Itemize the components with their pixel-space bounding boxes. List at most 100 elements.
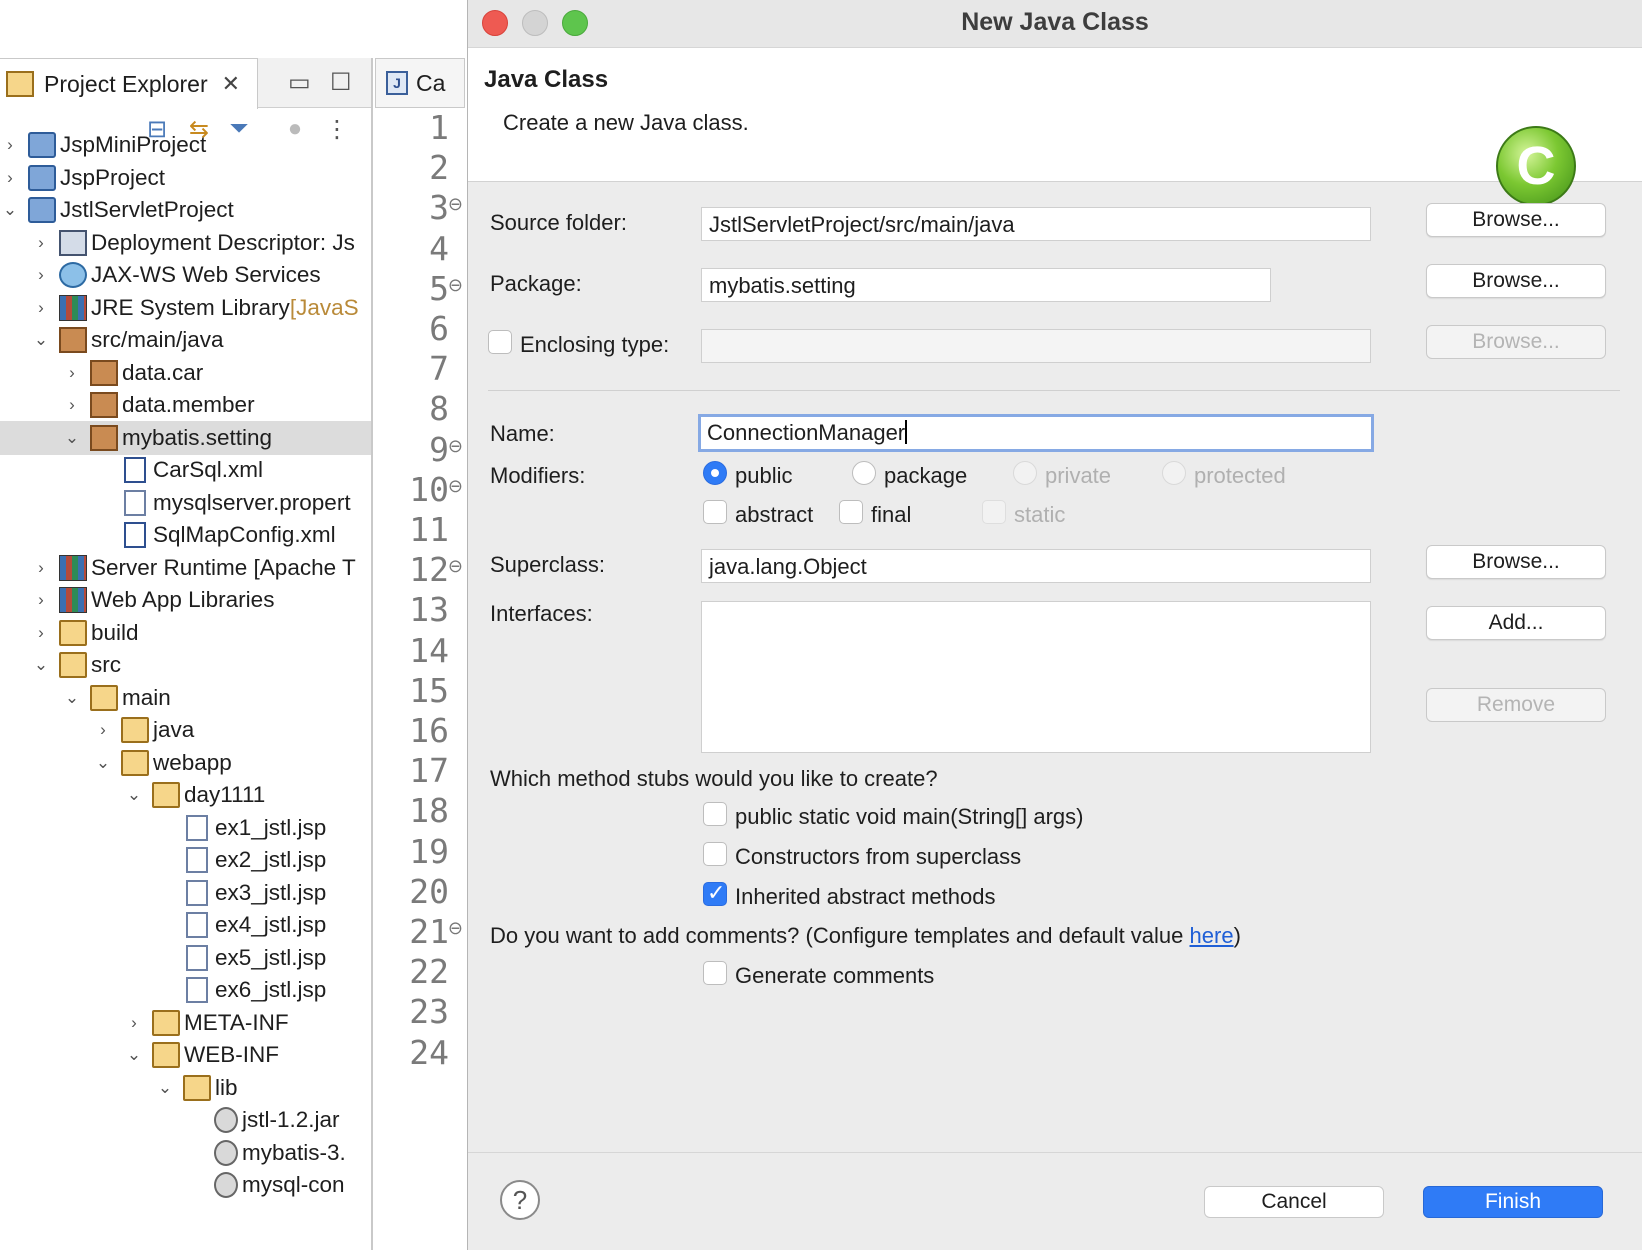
package-icon bbox=[90, 359, 118, 386]
enclosing-type-input[interactable] bbox=[701, 329, 1371, 363]
tree-item[interactable]: mysql-con bbox=[0, 1168, 371, 1202]
tree-item[interactable]: ⌄ main bbox=[0, 681, 371, 715]
tree-item[interactable]: › data.car bbox=[0, 356, 371, 390]
tree-item[interactable]: › JAX-WS Web Services bbox=[0, 258, 371, 292]
collapsed-chevron-icon[interactable]: › bbox=[31, 298, 51, 318]
tree-item[interactable]: ⌄ webapp bbox=[0, 746, 371, 780]
public-radio[interactable] bbox=[703, 461, 727, 485]
generate-comments-checkbox[interactable] bbox=[703, 961, 727, 985]
expanded-chevron-icon[interactable]: ⌄ bbox=[0, 200, 20, 220]
abstract-checkbox[interactable] bbox=[703, 500, 727, 524]
tree-item[interactable]: ⌄ lib bbox=[0, 1071, 371, 1105]
tree-item[interactable]: › JspProject bbox=[0, 161, 371, 195]
collapsed-chevron-icon[interactable]: › bbox=[31, 623, 51, 643]
tree-item[interactable]: ex6_jstl.jsp bbox=[0, 973, 371, 1007]
collapsed-chevron-icon[interactable]: › bbox=[0, 168, 20, 188]
tree-item-label: data.car bbox=[122, 359, 204, 385]
properties-file-icon bbox=[124, 489, 146, 516]
tree-item[interactable]: › JspMiniProject bbox=[0, 128, 371, 162]
tree-item[interactable]: ⌄ WEB-INF bbox=[0, 1038, 371, 1072]
collapsed-chevron-icon[interactable]: › bbox=[31, 265, 51, 285]
tree-item[interactable]: › java bbox=[0, 713, 371, 747]
tree-item[interactable]: jstl-1.2.jar bbox=[0, 1103, 371, 1137]
expanded-chevron-icon[interactable]: ⌄ bbox=[62, 428, 82, 448]
superclass-browse-button[interactable]: Browse... bbox=[1426, 545, 1606, 579]
tree-item[interactable]: ex3_jstl.jsp bbox=[0, 876, 371, 910]
tree-item[interactable]: ⌄ src bbox=[0, 648, 371, 682]
tree-item[interactable]: › data.member bbox=[0, 388, 371, 422]
private-radio[interactable] bbox=[1013, 461, 1037, 485]
remove-interface-button[interactable]: Remove bbox=[1426, 688, 1606, 722]
collapsed-chevron-icon[interactable]: › bbox=[31, 558, 51, 578]
expanded-chevron-icon[interactable]: ⌄ bbox=[155, 1078, 175, 1098]
collapsed-chevron-icon[interactable]: › bbox=[62, 363, 82, 383]
protected-radio[interactable] bbox=[1162, 461, 1186, 485]
project-icon bbox=[28, 132, 56, 158]
main-method-checkbox[interactable] bbox=[703, 802, 727, 826]
inherited-abstract-methods-checkbox[interactable] bbox=[703, 880, 727, 906]
source-folder-browse-button[interactable]: Browse... bbox=[1426, 203, 1606, 237]
tree-item-label: JstlServletProject bbox=[60, 197, 234, 222]
tree-item[interactable]: mybatis-3. bbox=[0, 1136, 371, 1170]
expanded-chevron-icon[interactable]: ⌄ bbox=[124, 785, 144, 805]
finish-button[interactable]: Finish bbox=[1423, 1186, 1603, 1218]
add-interface-button[interactable]: Add... bbox=[1426, 606, 1606, 640]
static-checkbox[interactable] bbox=[982, 500, 1006, 524]
tree-item[interactable]: ⌄ day1111 bbox=[0, 778, 371, 812]
fold-toggle-icon[interactable]: ⊖ bbox=[448, 918, 463, 939]
collapsed-chevron-icon[interactable]: › bbox=[31, 233, 51, 253]
expanded-chevron-icon[interactable]: ⌄ bbox=[62, 688, 82, 708]
cancel-button[interactable]: Cancel bbox=[1204, 1186, 1384, 1218]
constructors-checkbox[interactable] bbox=[703, 842, 727, 866]
fold-toggle-icon[interactable]: ⊖ bbox=[448, 194, 463, 215]
tree-item[interactable]: mysqlserver.propert bbox=[0, 486, 371, 520]
tree-item[interactable]: › JRE System Library [JavaS bbox=[0, 291, 371, 325]
maximize-icon[interactable]: ☐ bbox=[330, 68, 352, 97]
collapsed-chevron-icon[interactable]: › bbox=[62, 395, 82, 415]
tree-item-label: CarSql.xml bbox=[153, 457, 264, 482]
package-radio[interactable] bbox=[852, 461, 876, 485]
tree-item[interactable]: ex1_jstl.jsp bbox=[0, 811, 371, 845]
help-button[interactable]: ? bbox=[500, 1180, 540, 1220]
tree-item[interactable]: › META-INF bbox=[0, 1006, 371, 1040]
close-icon[interactable]: ✕ bbox=[222, 71, 240, 97]
tree-item[interactable]: › Server Runtime [Apache T bbox=[0, 551, 371, 585]
configure-templates-link[interactable]: here bbox=[1190, 923, 1234, 948]
tree-item[interactable]: › build bbox=[0, 616, 371, 650]
minimize-icon[interactable]: ▭ bbox=[288, 68, 311, 97]
tree-item[interactable]: ⌄ src/main/java bbox=[0, 323, 371, 357]
tree-item[interactable]: CarSql.xml bbox=[0, 453, 371, 487]
enclosing-type-browse-button[interactable]: Browse... bbox=[1426, 325, 1606, 359]
tree-item[interactable]: ⌄ JstlServletProject bbox=[0, 193, 371, 227]
enclosing-type-checkbox[interactable] bbox=[488, 330, 512, 354]
package-browse-button[interactable]: Browse... bbox=[1426, 264, 1606, 298]
fold-toggle-icon[interactable]: ⊖ bbox=[448, 436, 463, 457]
name-input[interactable]: ConnectionManager bbox=[698, 414, 1374, 452]
fold-toggle-icon[interactable]: ⊖ bbox=[448, 275, 463, 296]
tree-item[interactable]: › Deployment Descriptor: Js bbox=[0, 226, 371, 260]
project-explorer-tab[interactable]: Project Explorer ✕ bbox=[0, 58, 258, 109]
tree-item[interactable]: ex5_jstl.jsp bbox=[0, 941, 371, 975]
collapsed-chevron-icon[interactable]: › bbox=[0, 135, 20, 155]
package-input[interactable]: mybatis.setting bbox=[701, 268, 1271, 302]
editor-tab[interactable]: J Ca bbox=[375, 58, 465, 108]
expanded-chevron-icon[interactable]: ⌄ bbox=[31, 330, 51, 350]
interfaces-list[interactable] bbox=[701, 601, 1371, 753]
expanded-chevron-icon[interactable]: ⌄ bbox=[93, 753, 113, 773]
final-checkbox[interactable] bbox=[839, 500, 863, 524]
collapsed-chevron-icon[interactable]: › bbox=[93, 720, 113, 740]
superclass-input[interactable]: java.lang.Object bbox=[701, 549, 1371, 583]
fold-toggle-icon[interactable]: ⊖ bbox=[448, 476, 463, 497]
collapsed-chevron-icon[interactable]: › bbox=[31, 590, 51, 610]
collapsed-chevron-icon[interactable]: › bbox=[124, 1013, 144, 1033]
fold-toggle-icon[interactable]: ⊖ bbox=[448, 556, 463, 577]
tree-item[interactable]: ⌄ mybatis.setting bbox=[0, 420, 371, 455]
source-folder-input[interactable]: JstlServletProject/src/main/java bbox=[701, 207, 1371, 241]
expanded-chevron-icon[interactable]: ⌄ bbox=[31, 655, 51, 675]
tree-item[interactable]: SqlMapConfig.xml bbox=[0, 518, 371, 552]
tree-item[interactable]: › Web App Libraries bbox=[0, 583, 371, 617]
line-number: 6 bbox=[429, 309, 449, 348]
tree-item[interactable]: ex4_jstl.jsp bbox=[0, 908, 371, 942]
tree-item[interactable]: ex2_jstl.jsp bbox=[0, 843, 371, 877]
expanded-chevron-icon[interactable]: ⌄ bbox=[124, 1045, 144, 1065]
